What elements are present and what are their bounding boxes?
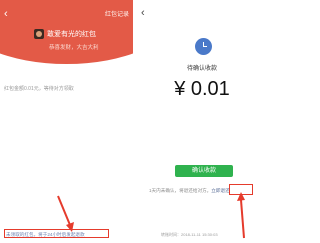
refund-note: 1天内未确认，将退还给对方。立即退还 <box>149 188 230 194</box>
refund-note-text: 1天内未确认，将退还给对方。 <box>149 188 212 193</box>
back-chevron-icon[interactable]: ‹ <box>141 7 145 19</box>
transfer-amount: ¥ 0.01 <box>174 78 230 100</box>
clock-icon <box>195 38 212 55</box>
greeting-text: 恭喜发财，大吉大利 <box>49 45 99 51</box>
transfer-time: 转账时间：2018-11-11 15:30:03 <box>161 232 218 237</box>
highlight-box <box>229 184 253 195</box>
pending-status: 待确认收款 <box>186 66 217 72</box>
red-packet-record-link[interactable]: 红包记录 <box>105 9 129 18</box>
refund-now-link[interactable]: 立即退还 <box>211 188 229 193</box>
confirm-receipt-button[interactable]: 确认收款 <box>175 165 233 177</box>
left-top-bar: ‹ 红包记录 <box>0 8 133 20</box>
highlight-arrow <box>237 192 245 239</box>
red-packet-status: 红包金额0.01元，等待对方领取 <box>4 86 74 92</box>
highlight-box <box>4 229 109 238</box>
back-chevron-icon[interactable]: ‹ <box>4 8 8 20</box>
sender-name: 敢爱有光的红包 <box>47 31 96 38</box>
transfer-screen: ‹ 待确认收款 ¥ 0.01 确认收款 1天内未确认，将退还给对方。立即退还 转… <box>135 0 269 243</box>
avatar <box>34 29 44 39</box>
red-packet-screen: ‹ 红包记录 敢爱有光的红包 恭喜发财，大吉大利 红包金额0.01元，等待对方领… <box>0 0 133 243</box>
sender-row: 敢爱有光的红包 <box>34 28 96 40</box>
